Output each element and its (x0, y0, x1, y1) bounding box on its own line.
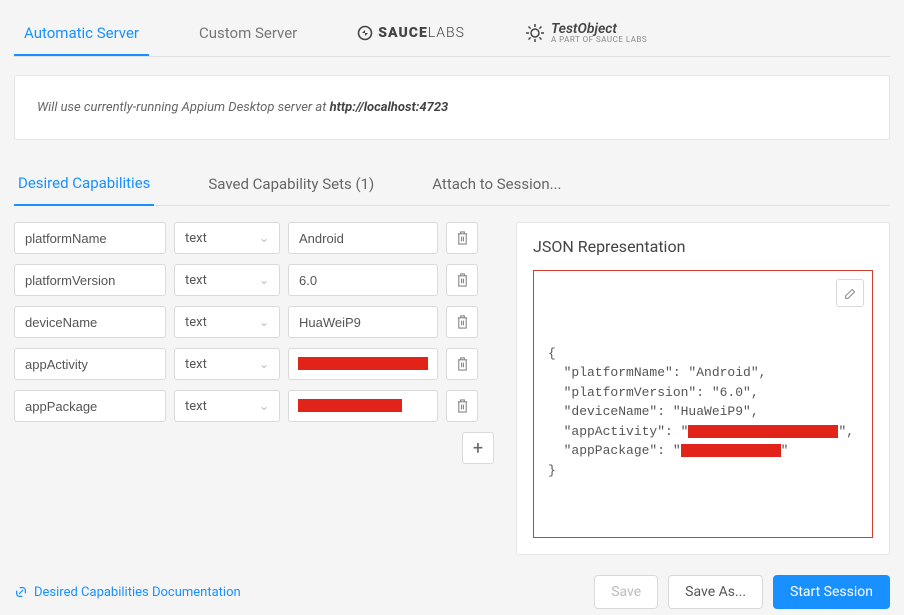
capability-type-select[interactable]: text⌄ (174, 390, 280, 422)
json-line: "appActivity": "", (548, 422, 858, 442)
trash-icon (456, 399, 469, 413)
server-tabs: Automatic Server Custom Server SAUCELABS… (14, 8, 890, 57)
chevron-down-icon: ⌄ (259, 399, 269, 413)
capability-name-input[interactable] (14, 222, 166, 254)
chevron-down-icon: ⌄ (259, 315, 269, 329)
json-representation-panel: JSON Representation { "platformName": "A… (516, 222, 890, 555)
tab-attach-to-session[interactable]: Attach to Session... (428, 165, 565, 205)
redacted-value (298, 399, 402, 412)
json-line: { (548, 344, 858, 364)
capability-type-select[interactable]: text⌄ (174, 306, 280, 338)
tab-automatic-server[interactable]: Automatic Server (14, 10, 149, 56)
chevron-down-icon: ⌄ (259, 231, 269, 245)
capability-type-select[interactable]: text⌄ (174, 348, 280, 380)
json-line: "platformVersion": "6.0", (548, 383, 858, 403)
trash-icon (456, 357, 469, 371)
capability-name-input[interactable] (14, 348, 166, 380)
tab-testobject[interactable]: TestObject A PART OF SAUCE LABS (515, 8, 657, 56)
delete-capability-button[interactable] (446, 264, 478, 296)
capabilities-editor: text⌄ text⌄ text⌄ text⌄ text⌄ + (14, 222, 494, 464)
save-button[interactable]: Save (594, 575, 658, 609)
link-icon (14, 585, 28, 599)
delete-capability-button[interactable] (446, 348, 478, 380)
capability-row: text⌄ (14, 390, 494, 422)
trash-icon (456, 231, 469, 245)
capability-type-select[interactable]: text⌄ (174, 222, 280, 254)
pencil-icon (844, 287, 857, 300)
capability-row: text⌄ (14, 222, 494, 254)
start-session-button[interactable]: Start Session (773, 575, 890, 609)
capability-value-input[interactable] (288, 264, 438, 296)
saucelabs-icon (357, 25, 373, 41)
saucelabs-logo: SAUCELABS (357, 25, 465, 41)
json-line: } (548, 461, 858, 481)
capability-name-input[interactable] (14, 306, 166, 338)
capability-row: text⌄ (14, 306, 494, 338)
json-line: "appPackage": "" (548, 441, 858, 461)
chevron-down-icon: ⌄ (259, 357, 269, 371)
capability-row: text⌄ (14, 264, 494, 296)
capability-value-input[interactable] (288, 222, 438, 254)
json-representation-box: { "platformName": "Android", "platformVe… (533, 270, 873, 538)
capability-name-input[interactable] (14, 264, 166, 296)
capability-tabs: Desired Capabilities Saved Capability Se… (14, 164, 890, 206)
capability-row: text⌄ (14, 348, 494, 380)
redacted-value (298, 357, 428, 370)
capability-type-select[interactable]: text⌄ (174, 264, 280, 296)
capability-name-input[interactable] (14, 390, 166, 422)
tab-custom-server[interactable]: Custom Server (189, 10, 307, 54)
json-line: "deviceName": "HuaWeiP9", (548, 402, 858, 422)
gear-icon (525, 23, 545, 43)
desired-caps-doc-link[interactable]: Desired Capabilities Documentation (14, 585, 241, 600)
redacted-value (688, 425, 838, 438)
json-title: JSON Representation (533, 237, 873, 256)
testobject-logo: TestObject A PART OF SAUCE LABS (525, 22, 647, 44)
add-capability-button[interactable]: + (462, 432, 494, 464)
capability-value-input[interactable] (288, 306, 438, 338)
tab-saved-capability-sets[interactable]: Saved Capability Sets (1) (204, 165, 378, 205)
trash-icon (456, 273, 469, 287)
server-info-banner: Will use currently-running Appium Deskto… (14, 75, 890, 140)
delete-capability-button[interactable] (446, 390, 478, 422)
chevron-down-icon: ⌄ (259, 273, 269, 287)
delete-capability-button[interactable] (446, 222, 478, 254)
edit-json-button[interactable] (836, 279, 864, 307)
json-line: "platformName": "Android", (548, 363, 858, 383)
delete-capability-button[interactable] (446, 306, 478, 338)
trash-icon (456, 315, 469, 329)
tab-sauce-labs[interactable]: SAUCELABS (347, 11, 475, 53)
tab-desired-capabilities[interactable]: Desired Capabilities (14, 164, 154, 206)
save-as-button[interactable]: Save As... (668, 575, 763, 609)
redacted-value (681, 444, 781, 457)
